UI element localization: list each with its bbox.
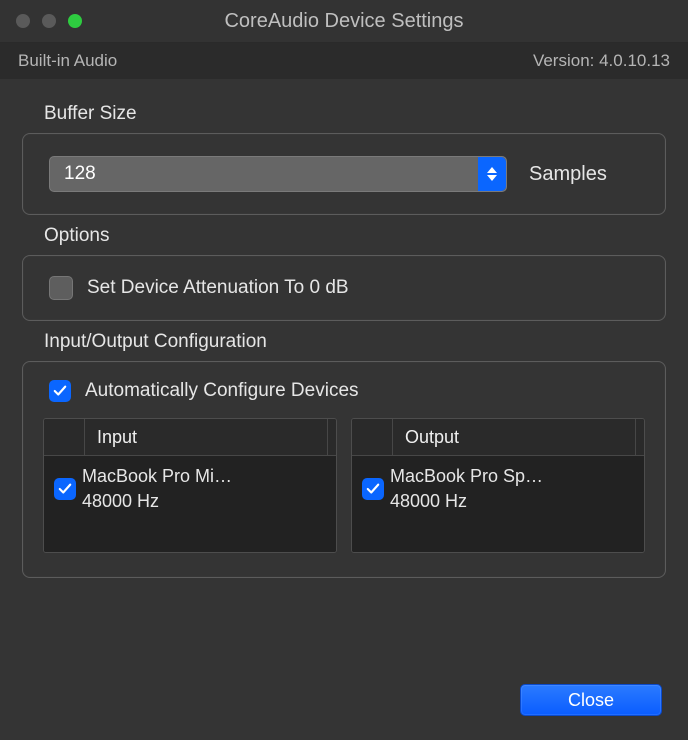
check-icon — [53, 384, 67, 398]
select-stepper-icon — [478, 157, 506, 191]
io-config-label: Input/Output Configuration — [44, 331, 666, 353]
device-name-label: Built-in Audio — [18, 51, 117, 71]
buffer-size-group: 128 Samples — [22, 133, 666, 215]
output-table: Output MacBook Pro Sp… 48000 Hz — [351, 418, 645, 553]
buffer-size-label: Buffer Size — [44, 103, 666, 125]
attenuation-checkbox-label: Set Device Attenuation To 0 dB — [87, 277, 349, 299]
input-device-checkbox[interactable] — [54, 478, 76, 500]
chevron-up-icon — [487, 167, 497, 173]
options-label: Options — [44, 225, 666, 247]
sub-header: Built-in Audio Version: 4.0.10.13 — [0, 43, 688, 79]
column-spacer — [44, 419, 85, 455]
buffer-size-value: 128 — [64, 163, 96, 185]
input-column-label: Input — [85, 427, 327, 448]
auto-configure-label: Automatically Configure Devices — [85, 380, 359, 402]
close-button[interactable]: Close — [520, 684, 662, 716]
output-column-label: Output — [393, 427, 635, 448]
buffer-size-select[interactable]: 128 — [49, 156, 507, 192]
window-title: CoreAudio Device Settings — [0, 10, 688, 33]
minimize-window-button[interactable] — [42, 14, 56, 28]
io-tables: Input MacBook Pro Mi… 48000 Hz — [43, 418, 645, 553]
window-controls — [0, 14, 82, 28]
titlebar: CoreAudio Device Settings — [0, 0, 688, 43]
options-group: Set Device Attenuation To 0 dB — [22, 255, 666, 321]
column-end — [635, 419, 644, 455]
output-device-rate: 48000 Hz — [390, 491, 543, 512]
input-device-row[interactable]: MacBook Pro Mi… 48000 Hz — [44, 456, 336, 552]
close-window-button[interactable] — [16, 14, 30, 28]
auto-configure-checkbox[interactable] — [49, 380, 71, 402]
output-table-header: Output — [352, 419, 644, 456]
input-table-header: Input — [44, 419, 336, 456]
input-device-rate: 48000 Hz — [82, 491, 232, 512]
column-spacer — [352, 419, 393, 455]
zoom-window-button[interactable] — [68, 14, 82, 28]
chevron-down-icon — [487, 175, 497, 181]
output-device-name: MacBook Pro Sp… — [390, 466, 543, 487]
content-area: Buffer Size 128 Samples Options Set Devi… — [0, 79, 688, 578]
buffer-unit-label: Samples — [529, 163, 639, 186]
check-icon — [58, 482, 72, 496]
column-end — [327, 419, 336, 455]
output-device-row[interactable]: MacBook Pro Sp… 48000 Hz — [352, 456, 644, 552]
input-table: Input MacBook Pro Mi… 48000 Hz — [43, 418, 337, 553]
output-device-checkbox[interactable] — [362, 478, 384, 500]
check-icon — [366, 482, 380, 496]
settings-window: CoreAudio Device Settings Built-in Audio… — [0, 0, 688, 740]
close-button-label: Close — [568, 690, 614, 711]
footer: Close — [520, 684, 662, 716]
attenuation-checkbox[interactable] — [49, 276, 73, 300]
io-config-group: Automatically Configure Devices Input — [22, 361, 666, 578]
input-device-name: MacBook Pro Mi… — [82, 466, 232, 487]
version-label: Version: 4.0.10.13 — [533, 51, 670, 71]
